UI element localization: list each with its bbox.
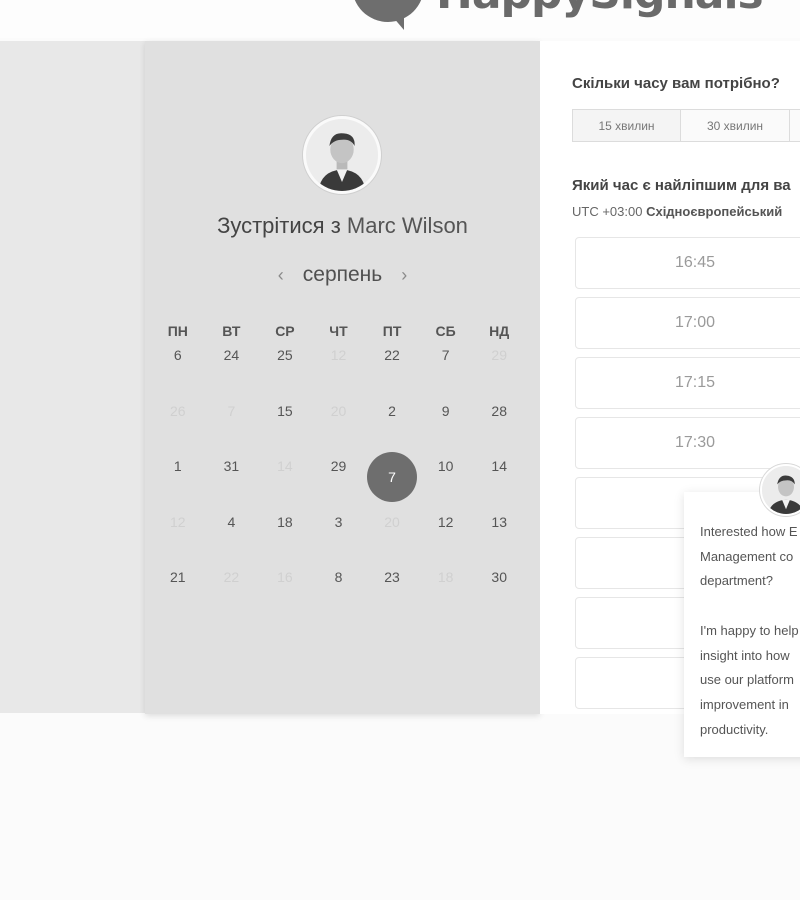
calendar-day[interactable]: 29 (312, 450, 366, 506)
calendar-day[interactable]: 3 (312, 506, 366, 562)
duration-more-button[interactable] (790, 109, 800, 142)
time-slot-button[interactable]: 16:45 (575, 237, 800, 289)
calendar-day-unavailable: 7 (227, 402, 236, 419)
page-backdrop (0, 41, 145, 713)
duration-30-button[interactable]: 30 хвилин (681, 109, 790, 142)
calendar-day[interactable]: 6 (151, 339, 205, 395)
host-name: Marc Wilson (346, 213, 468, 238)
weekday-label: СР (275, 323, 295, 339)
calendar-day[interactable]: 10 (419, 450, 473, 506)
prev-month-button[interactable]: ‹ (275, 265, 287, 286)
calendar-panel: Зустрітися з Marc Wilson ‹ серпень › ПН … (145, 41, 540, 714)
calendar-day[interactable]: 13 (472, 506, 526, 562)
weekday-header: ПН ВТ СР ЧТ ПТ СБ НД (145, 323, 540, 339)
top-header: HappySignals (0, 0, 800, 38)
calendar-day[interactable]: 12 (419, 506, 473, 562)
calendar-day-unavailable: 29 (491, 347, 507, 363)
chat-message: Interested how E Management co departmen… (700, 524, 799, 737)
weekday-label: ВТ (222, 323, 241, 339)
calendar-day[interactable]: 21 (151, 561, 205, 617)
host-avatar (303, 116, 381, 194)
time-slot-button[interactable]: 17:30 (575, 417, 800, 469)
time-question: Який час є найліпшим для ва (572, 177, 791, 194)
calendar-day-unavailable: 18 (437, 569, 454, 585)
calendar-day[interactable]: 15 (258, 395, 312, 451)
calendar-day-unavailable: 12 (330, 347, 347, 363)
brand-logo[interactable]: HappySignals (352, 0, 764, 30)
calendar-day[interactable]: 18 (258, 506, 312, 562)
duration-15-button[interactable]: 15 хвилин (572, 109, 681, 142)
calendar-day[interactable]: 24 (205, 339, 259, 395)
weekday-label: НД (489, 323, 510, 339)
calendar-grid: 6 24 25 12 22 7 29 26 7 15 20 2 9 28 1 3… (145, 339, 540, 617)
calendar-day[interactable]: 22 (365, 339, 419, 395)
weekday-label: ЧТ (329, 323, 348, 339)
calendar-day[interactable]: 4 (205, 506, 259, 562)
calendar-day[interactable]: 1 (151, 450, 205, 506)
calendar-day-unavailable: 26 (169, 402, 186, 419)
calendar-day[interactable]: 23 (365, 561, 419, 617)
weekday-label: ПН (167, 323, 188, 339)
timezone-offset: UTC +03:00 (572, 204, 643, 219)
logo-text: HappySignals (436, 0, 764, 19)
timezone-name: Східноєвропейський (646, 204, 783, 219)
speech-bubble-icon (352, 0, 424, 30)
time-slot-button[interactable]: 17:15 (575, 357, 800, 409)
meeting-title: Зустрітися з Marc Wilson (145, 213, 540, 239)
weekday-label: ПТ (382, 323, 402, 339)
time-slot-button[interactable]: 17:00 (575, 297, 800, 349)
duration-selector: 15 хвилин 30 хвилин (572, 109, 800, 142)
calendar-day[interactable]: 25 (258, 339, 312, 395)
duration-question: Скільки часу вам потрібно? (572, 75, 780, 92)
calendar-day[interactable]: 7 (419, 339, 473, 395)
calendar-day[interactable]: 31 (205, 450, 259, 506)
calendar-day-unavailable: 20 (384, 513, 400, 530)
chat-popup[interactable]: Interested how E Management co departmen… (684, 492, 800, 757)
calendar-day-unavailable: 12 (169, 513, 186, 530)
weekday-label: СБ (435, 323, 456, 339)
selected-day-label: 7 (367, 452, 418, 502)
calendar-day-unavailable: 16 (277, 569, 293, 585)
calendar-day[interactable]: 8 (312, 561, 366, 617)
calendar-day[interactable]: 9 (419, 395, 473, 451)
calendar-day[interactable]: 14 (472, 450, 526, 506)
calendar-day[interactable]: 30 (472, 561, 526, 617)
calendar-day[interactable]: 2 (365, 395, 419, 451)
month-navigation: ‹ серпень › (145, 263, 540, 287)
timezone-label[interactable]: UTC +03:00 Східноєвропейський (572, 204, 782, 219)
calendar-day-unavailable: 20 (330, 402, 347, 419)
meeting-title-prefix: Зустрітися з (217, 213, 341, 238)
calendar-day-unavailable: 14 (277, 458, 293, 474)
month-label: серпень (302, 263, 383, 286)
calendar-day[interactable]: 28 (472, 395, 526, 451)
next-month-button[interactable]: › (398, 265, 410, 286)
calendar-day-unavailable: 22 (223, 569, 240, 585)
calendar-day-selected[interactable]: 7 (365, 450, 419, 506)
